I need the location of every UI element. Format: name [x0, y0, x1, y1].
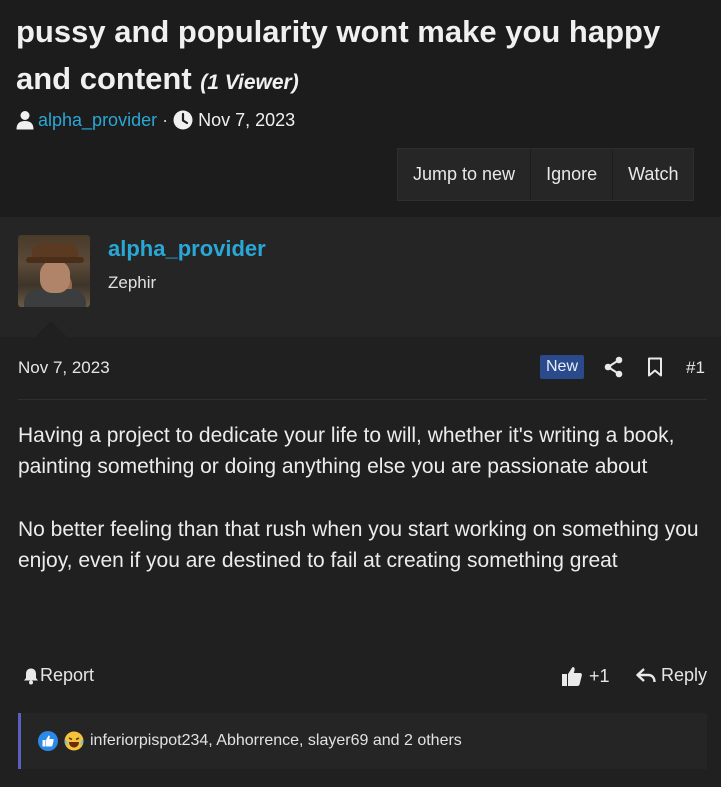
clock-icon [173, 110, 193, 130]
post-body: Having a project to dedicate your life t… [18, 420, 708, 608]
user-title: Zephir [108, 273, 157, 292]
bell-icon [22, 667, 40, 685]
meta-separator: · [162, 109, 169, 130]
like-button[interactable]: +1 [561, 665, 610, 687]
post: alpha_provider Zephir Nov 7, 2023 New #1… [0, 217, 721, 787]
thread-date[interactable]: Nov 7, 2023 [198, 110, 295, 131]
author-arrow [35, 321, 67, 337]
thumbs-up-icon [561, 665, 583, 687]
user-icon [16, 110, 34, 130]
thread-meta: alpha_provider · Nov 7, 2023 [16, 106, 295, 134]
share-icon[interactable] [603, 356, 625, 378]
report-button[interactable]: Report [22, 665, 94, 686]
post-author: alpha_provider Zephir [0, 217, 721, 337]
thread-title: pussy and popularity wont make you happy… [16, 8, 706, 106]
reply-icon [636, 667, 656, 685]
jump-to-new-button[interactable]: Jump to new [398, 149, 532, 200]
report-label: Report [40, 665, 95, 685]
reply-label: Reply [661, 665, 708, 685]
bookmark-icon[interactable] [645, 356, 665, 378]
watch-button[interactable]: Watch [613, 149, 694, 200]
reactions-users: inferiorpispot234, Abhorrence, slayer69 … [90, 732, 462, 749]
post-divider [18, 399, 707, 400]
post-paragraph: No better feeling than that rush when yo… [18, 518, 699, 572]
reaction-count: +1 [589, 665, 610, 686]
post-number[interactable]: #1 [686, 358, 705, 378]
post-actions: Report +1 Reply [0, 663, 721, 693]
viewer-count: (1 Viewer) [200, 71, 299, 94]
reactions-bar[interactable]: inferiorpispot234, Abhorrence, slayer69 … [18, 713, 707, 769]
avatar[interactable] [18, 235, 90, 307]
laugh-reaction-icon [64, 731, 84, 751]
post-username[interactable]: alpha_provider [108, 236, 266, 262]
post-date[interactable]: Nov 7, 2023 [18, 358, 110, 378]
post-paragraph: Having a project to dedicate your life t… [18, 424, 675, 478]
thread-title-text: pussy and popularity wont make you happy… [16, 14, 661, 96]
new-badge: New [540, 355, 585, 379]
thread-header: pussy and popularity wont make you happy… [0, 0, 721, 217]
thread-author-link[interactable]: alpha_provider [38, 110, 157, 131]
thread-actions: Jump to new Ignore Watch [397, 148, 695, 201]
like-reaction-icon [38, 731, 58, 751]
ignore-button[interactable]: Ignore [531, 149, 614, 200]
reply-button[interactable]: Reply [636, 665, 707, 686]
